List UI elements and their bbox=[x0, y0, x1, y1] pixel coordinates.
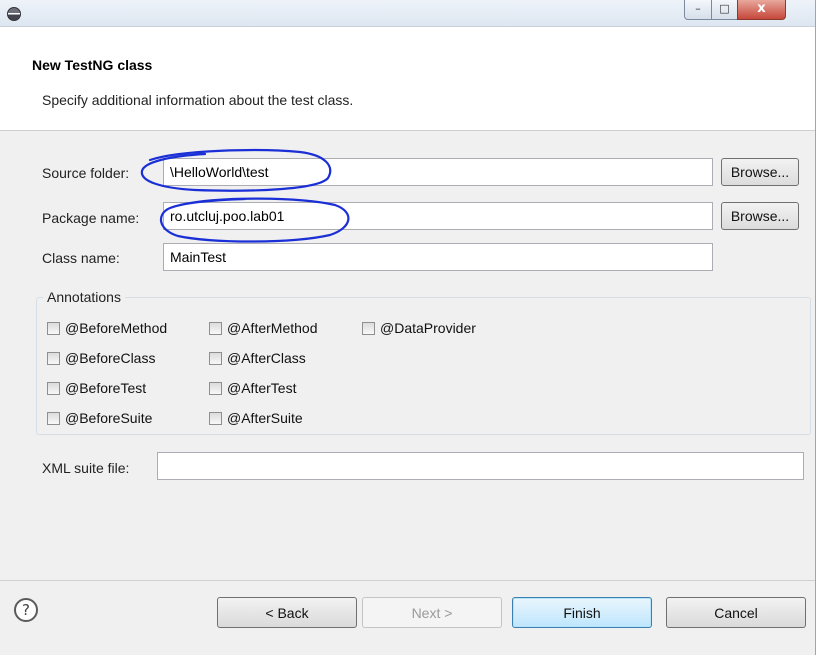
checkbox-label: @DataProvider bbox=[380, 320, 476, 336]
package-name-input[interactable] bbox=[163, 202, 713, 230]
dialog-description: Specify additional information about the… bbox=[42, 92, 354, 108]
button-bar-separator bbox=[0, 580, 815, 581]
checkbox-after-class[interactable]: @AfterClass bbox=[209, 348, 306, 368]
dialog-header: New TestNG class Specify additional info… bbox=[0, 27, 815, 131]
checkbox-label: @BeforeTest bbox=[65, 380, 147, 396]
checkbox-label: @BeforeSuite bbox=[65, 410, 153, 426]
annotations-legend: Annotations bbox=[43, 289, 125, 305]
source-folder-label: Source folder: bbox=[42, 165, 130, 181]
checkbox-label: @AfterTest bbox=[227, 380, 297, 396]
checkbox-label: @BeforeMethod bbox=[65, 320, 168, 336]
next-button: Next > bbox=[362, 597, 502, 628]
package-name-browse-button[interactable]: Browse... bbox=[721, 202, 799, 230]
new-testng-class-dialog: – □ x New TestNG class Specify additiona… bbox=[0, 0, 816, 655]
checkbox-before-class[interactable]: @BeforeClass bbox=[47, 348, 155, 368]
checkbox-label: @AfterClass bbox=[227, 350, 306, 366]
checkbox-before-test[interactable]: @BeforeTest bbox=[47, 378, 146, 398]
close-button[interactable]: x bbox=[737, 0, 786, 20]
maximize-button[interactable]: □ bbox=[711, 0, 738, 20]
source-folder-input[interactable] bbox=[163, 158, 713, 186]
help-icon[interactable]: ? bbox=[14, 598, 38, 622]
checkbox-label: @BeforeClass bbox=[65, 350, 156, 366]
checkbox-before-suite[interactable]: @BeforeSuite bbox=[47, 408, 152, 428]
package-name-label: Package name: bbox=[42, 210, 140, 226]
checkbox-box[interactable] bbox=[47, 411, 60, 425]
checkbox-label: @AfterSuite bbox=[227, 410, 303, 426]
title-bar: – □ x bbox=[0, 0, 815, 27]
cancel-button[interactable]: Cancel bbox=[666, 597, 806, 628]
class-name-label: Class name: bbox=[42, 250, 120, 266]
xml-suite-file-label: XML suite file: bbox=[42, 460, 130, 476]
finish-button[interactable]: Finish bbox=[512, 597, 652, 628]
eclipse-icon bbox=[7, 7, 21, 21]
minimize-button[interactable]: – bbox=[684, 0, 712, 20]
checkbox-after-method[interactable]: @AfterMethod bbox=[209, 318, 317, 338]
checkbox-after-test[interactable]: @AfterTest bbox=[209, 378, 296, 398]
dialog-title: New TestNG class bbox=[32, 57, 153, 73]
checkbox-box[interactable] bbox=[209, 381, 222, 395]
checkbox-box[interactable] bbox=[47, 381, 60, 395]
source-folder-browse-button[interactable]: Browse... bbox=[721, 158, 799, 186]
checkbox-label: @AfterMethod bbox=[227, 320, 318, 336]
checkbox-box[interactable] bbox=[47, 321, 60, 335]
checkbox-box[interactable] bbox=[362, 321, 375, 335]
checkbox-data-provider[interactable]: @DataProvider bbox=[362, 318, 476, 338]
xml-suite-file-input[interactable] bbox=[157, 452, 804, 480]
checkbox-box[interactable] bbox=[47, 351, 60, 365]
checkbox-box[interactable] bbox=[209, 411, 222, 425]
checkbox-after-suite[interactable]: @AfterSuite bbox=[209, 408, 303, 428]
class-name-input[interactable] bbox=[163, 243, 713, 271]
checkbox-box[interactable] bbox=[209, 321, 222, 335]
checkbox-box[interactable] bbox=[209, 351, 222, 365]
checkbox-before-method[interactable]: @BeforeMethod bbox=[47, 318, 167, 338]
back-button[interactable]: < Back bbox=[217, 597, 357, 628]
